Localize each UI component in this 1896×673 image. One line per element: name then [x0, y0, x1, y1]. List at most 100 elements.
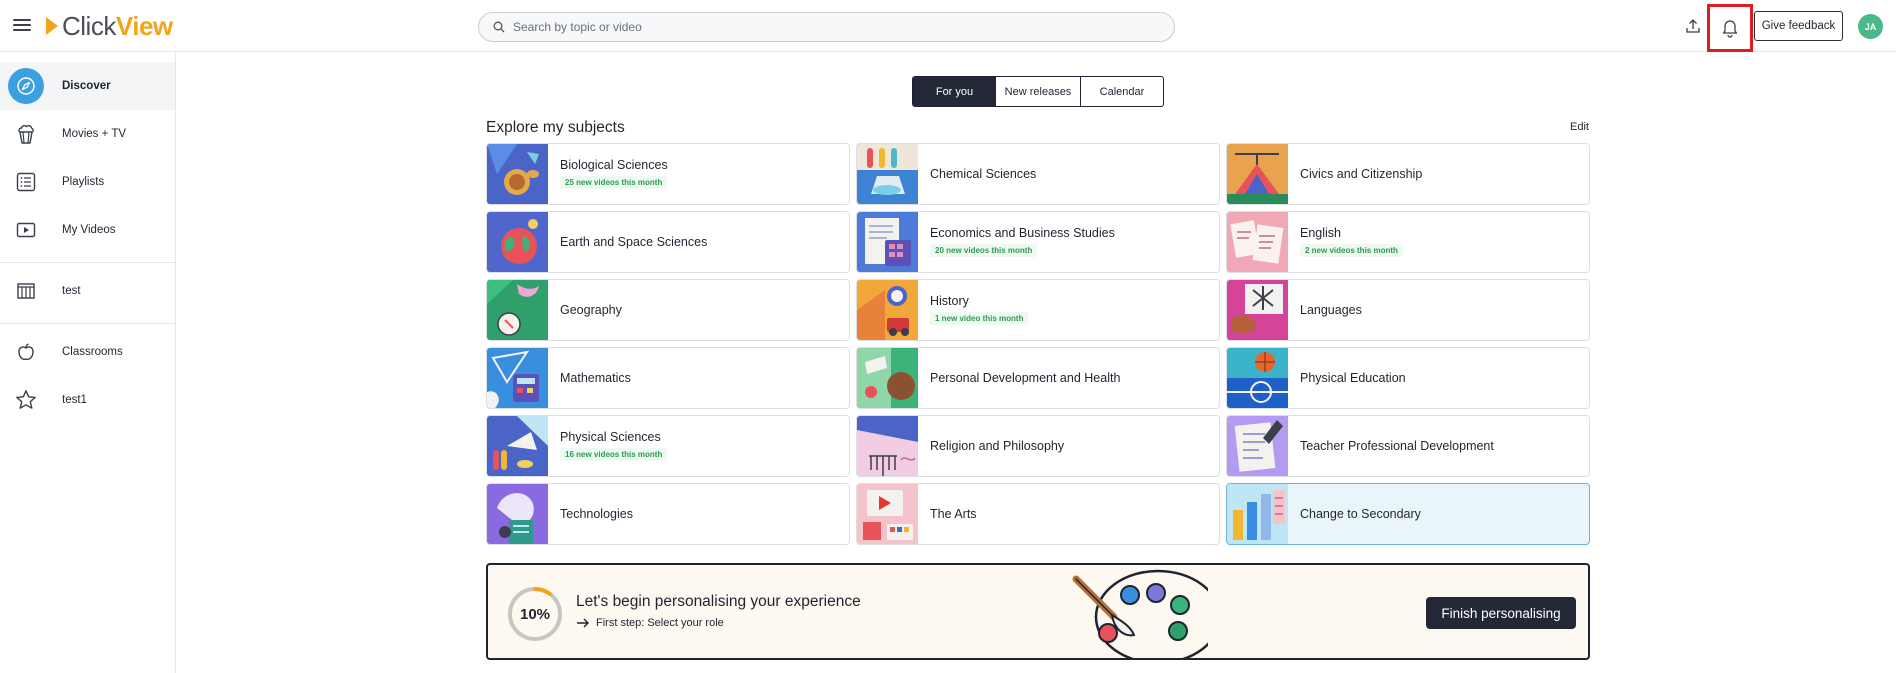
- geography-thumbnail: [487, 280, 548, 340]
- search-bar[interactable]: [478, 12, 1175, 42]
- sidebar-item-classrooms[interactable]: Classrooms: [0, 328, 175, 376]
- logo-text-click: Click: [62, 11, 116, 41]
- subject-card-chemical-sciences[interactable]: Chemical Sciences: [856, 143, 1220, 205]
- health-thumbnail: [857, 348, 918, 408]
- sidebar-item-movies-tv[interactable]: Movies + TV: [0, 110, 175, 158]
- upload-icon: [1686, 19, 1700, 33]
- subject-card-mathematics[interactable]: Mathematics: [486, 347, 850, 409]
- technologies-thumbnail: [487, 484, 548, 544]
- mathematics-thumbnail: [487, 348, 548, 408]
- give-feedback-button[interactable]: Give feedback: [1754, 11, 1843, 41]
- subject-name: Personal Development and Health: [930, 371, 1121, 385]
- user-avatar[interactable]: JA: [1858, 14, 1883, 39]
- apple-icon: [8, 334, 44, 370]
- library-icon: [8, 273, 44, 309]
- turtle-thumbnail: [487, 144, 548, 204]
- sidebar-item-label: Movies + TV: [62, 128, 127, 140]
- secondary-thumbnail: [1227, 484, 1288, 544]
- subject-card-teacher-professional-development[interactable]: Teacher Professional Development: [1226, 415, 1590, 477]
- first-step-text: First step: Select your role: [596, 617, 724, 629]
- subjects-grid: Biological Sciences 25 new videos this mo…: [486, 143, 1590, 546]
- video-icon: [8, 212, 44, 248]
- feed-tabs: For you New releases Calendar: [912, 76, 1164, 107]
- subject-name: Geography: [560, 303, 622, 317]
- sidebar-divider: [0, 262, 175, 263]
- subject-card-physical-education[interactable]: Physical Education: [1226, 347, 1590, 409]
- economics-thumbnail: [857, 212, 918, 272]
- sidebar-item-test[interactable]: test: [0, 267, 175, 315]
- civics-thumbnail: [1227, 144, 1288, 204]
- subject-card-physical-sciences[interactable]: Physical Sciences 16 new videos this mont…: [486, 415, 850, 477]
- search-input[interactable]: [513, 20, 1153, 34]
- search-icon: [493, 21, 505, 33]
- list-icon: [8, 164, 44, 200]
- subject-card-technologies[interactable]: Technologies: [486, 483, 850, 545]
- english-thumbnail: [1227, 212, 1288, 272]
- the-arts-thumbnail: [857, 484, 918, 544]
- teacher-development-thumbnail: [1227, 416, 1288, 476]
- new-videos-badge: 1 new video this month: [930, 312, 1029, 325]
- sidebar-item-label: test1: [62, 394, 87, 406]
- subject-name: Teacher Professional Development: [1300, 439, 1494, 453]
- compass-icon: [8, 68, 44, 104]
- physical-sciences-thumbnail: [487, 416, 548, 476]
- logo-text-view: View: [115, 11, 173, 41]
- subject-card-religion-and-philosophy[interactable]: Religion and Philosophy: [856, 415, 1220, 477]
- tab-for-you[interactable]: For you: [913, 77, 996, 106]
- subject-card-history[interactable]: History 1 new video this month: [856, 279, 1220, 341]
- history-thumbnail: [857, 280, 918, 340]
- banner-title: Let's begin personalising your experienc…: [576, 593, 861, 610]
- subject-name: Physical Sciences: [560, 430, 661, 444]
- subject-card-english[interactable]: English 2 new videos this month: [1226, 211, 1590, 273]
- sidebar-item-my-videos[interactable]: My Videos: [0, 206, 175, 254]
- section-title: Explore my subjects: [486, 119, 625, 136]
- clickview-logo[interactable]: ClickView: [46, 12, 173, 40]
- religion-thumbnail: [857, 416, 918, 476]
- subject-name: Change to Secondary: [1300, 507, 1421, 521]
- subject-name: Chemical Sciences: [930, 167, 1037, 181]
- top-bar: ClickView Give feedback JA: [0, 0, 1896, 52]
- first-step-link[interactable]: First step: Select your role: [576, 617, 724, 629]
- subject-name: Technologies: [560, 507, 633, 521]
- new-videos-badge: 25 new videos this month: [560, 176, 668, 189]
- play-logo-icon: [46, 17, 58, 35]
- subject-card-biological-sciences[interactable]: Biological Sciences 25 new videos this mo…: [486, 143, 850, 205]
- subject-card-economics-and-business-studies[interactable]: Economics and Business Studies 20 new vid…: [856, 211, 1220, 273]
- sidebar-item-label: Discover: [62, 80, 111, 92]
- subject-card-earth-and-space-sciences[interactable]: Earth and Space Sciences: [486, 211, 850, 273]
- sidebar-item-playlists[interactable]: Playlists: [0, 158, 175, 206]
- sidebar-item-discover[interactable]: Discover: [0, 62, 175, 110]
- tab-calendar[interactable]: Calendar: [1081, 77, 1163, 106]
- subject-name: Earth and Space Sciences: [560, 235, 708, 249]
- subject-name: Economics and Business Studies: [930, 226, 1115, 240]
- chemistry-thumbnail: [857, 144, 918, 204]
- subject-name: Biological Sciences: [560, 158, 668, 172]
- sidebar-item-label: Classrooms: [62, 346, 123, 358]
- subject-card-languages[interactable]: Languages: [1226, 279, 1590, 341]
- menu-icon[interactable]: [13, 17, 31, 33]
- new-videos-badge: 20 new videos this month: [930, 244, 1038, 257]
- tab-new-releases[interactable]: New releases: [996, 77, 1081, 106]
- star-icon: [8, 382, 44, 418]
- subject-card-the-arts[interactable]: The Arts: [856, 483, 1220, 545]
- sidebar-divider: [0, 323, 175, 324]
- subject-card-civics-and-citizenship[interactable]: Civics and Citizenship: [1226, 143, 1590, 205]
- subject-name: Mathematics: [560, 371, 631, 385]
- physical-education-thumbnail: [1227, 348, 1288, 408]
- finish-personalising-button[interactable]: Finish personalising: [1426, 597, 1576, 629]
- edit-subjects-link[interactable]: Edit: [1570, 121, 1589, 133]
- subject-name: English: [1300, 226, 1341, 240]
- subject-card-geography[interactable]: Geography: [486, 279, 850, 341]
- sidebar-item-label: Playlists: [62, 176, 105, 188]
- paint-palette-illustration: [1072, 569, 1208, 658]
- progress-percent: 10%: [519, 605, 551, 623]
- sidebar: Discover Movies + TV Playlists My Videos…: [0, 52, 176, 673]
- subject-name: History: [930, 294, 969, 308]
- subject-card-change-to-secondary[interactable]: Change to Secondary: [1226, 483, 1590, 545]
- upload-button[interactable]: [1683, 16, 1703, 36]
- arrow-right-icon: [577, 618, 589, 628]
- sidebar-item-test1[interactable]: test1: [0, 376, 175, 424]
- subject-name: The Arts: [930, 507, 977, 521]
- notifications-button[interactable]: [1707, 4, 1753, 52]
- subject-card-personal-development-and-health[interactable]: Personal Development and Health: [856, 347, 1220, 409]
